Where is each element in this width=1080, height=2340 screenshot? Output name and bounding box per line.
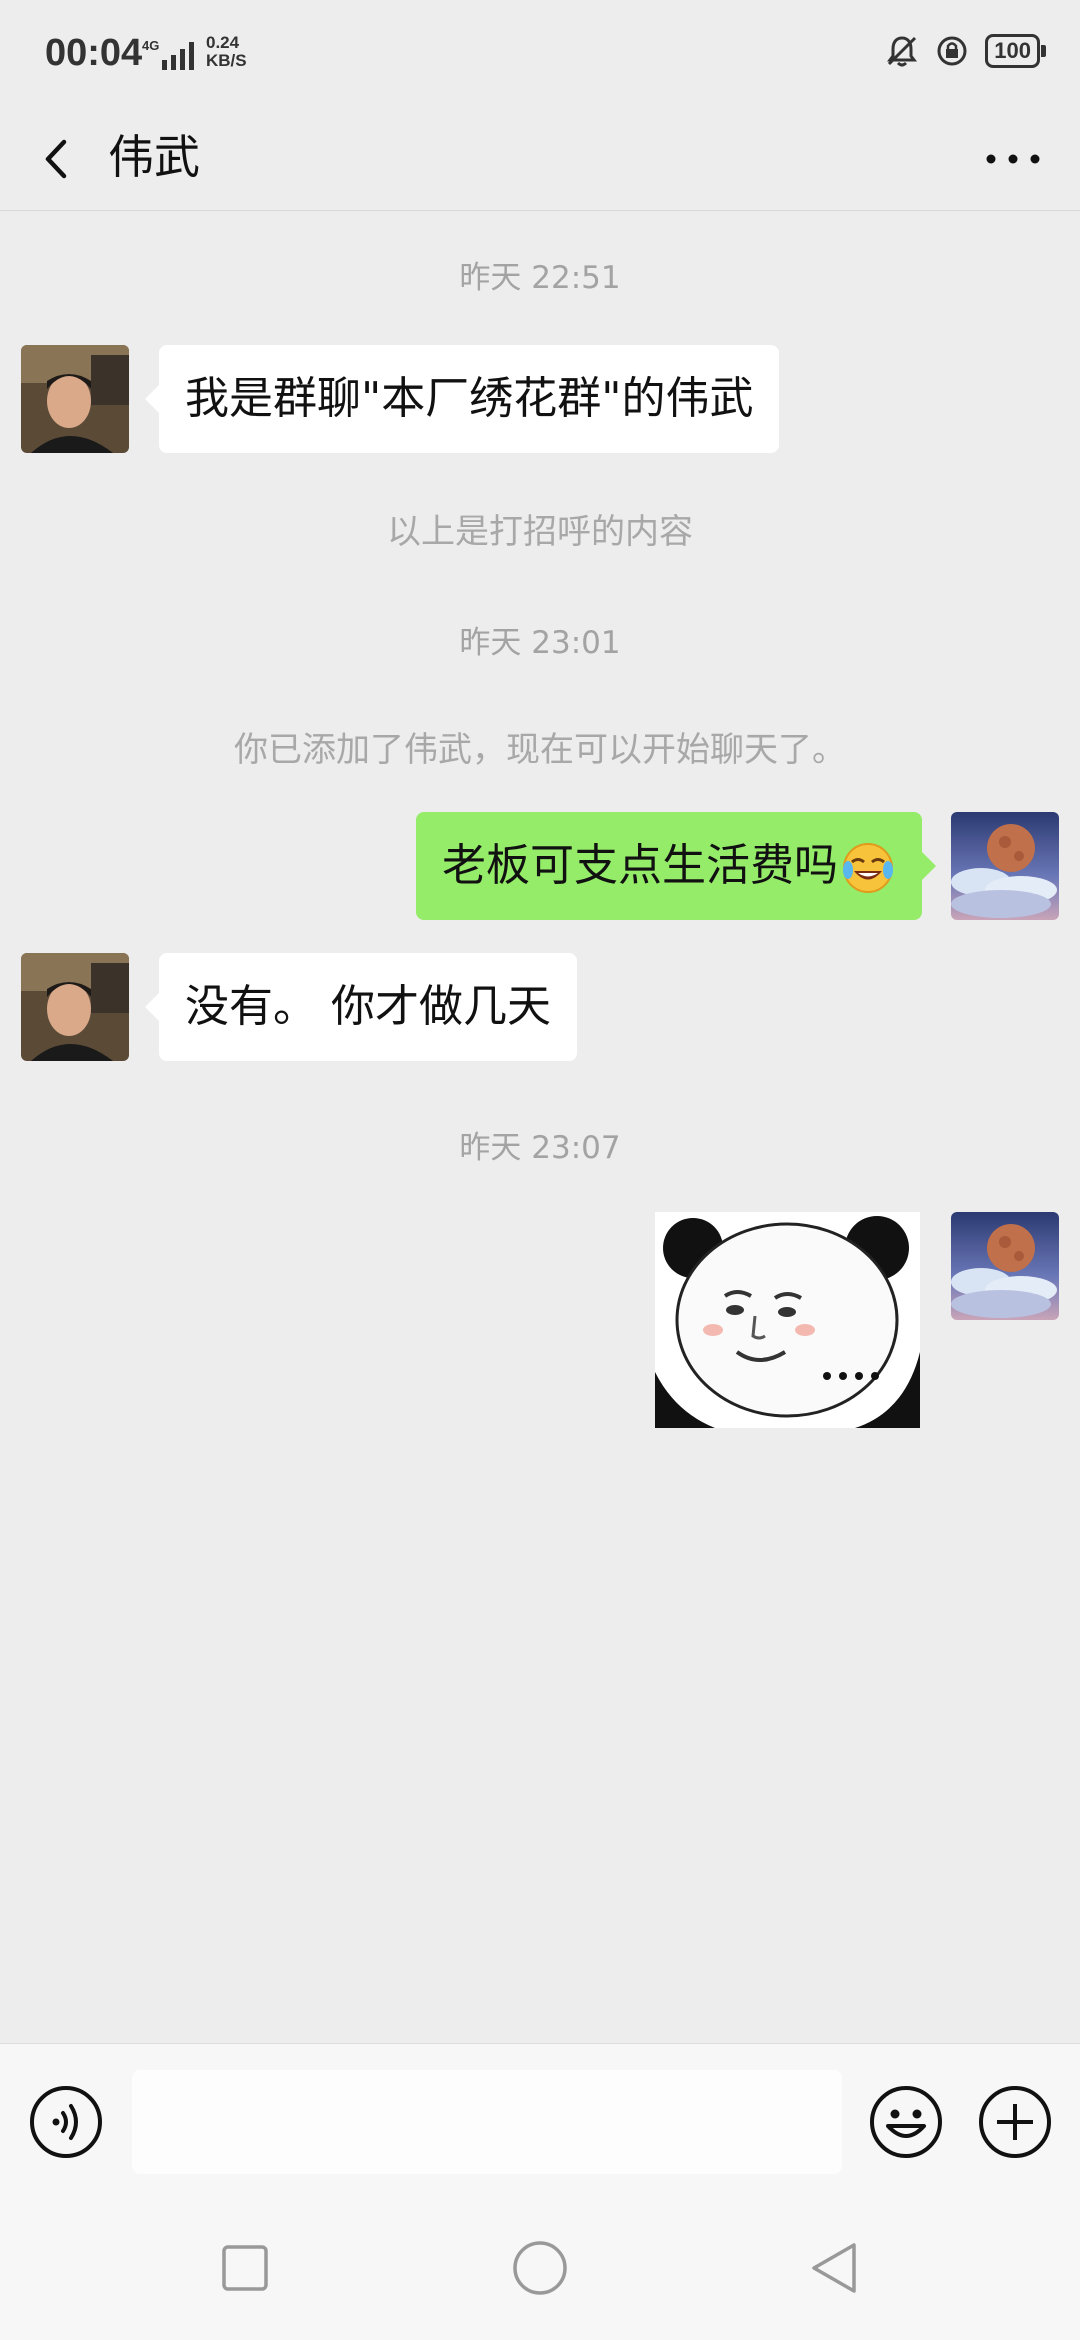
system-message: 以上是打招呼的内容 [387, 512, 693, 552]
emoji-icon[interactable] [868, 2084, 944, 2160]
more-dots-icon[interactable] [978, 122, 1048, 192]
input-bar [0, 2043, 1080, 2194]
speed-value: 0.24 [206, 33, 240, 52]
my-avatar[interactable] [951, 812, 1059, 920]
network-type: 4G [142, 38, 159, 53]
contact-avatar[interactable] [21, 953, 129, 1061]
panda-face-sticker[interactable] [655, 1212, 920, 1428]
sent-message-text: 老板可支点生活费吗 [442, 840, 838, 891]
received-message-bubble[interactable]: 没有。 你才做几天 [145, 953, 577, 1061]
message-timestamp: 昨天 22:51 [459, 260, 621, 296]
network-speed: 0.24 KB/S [206, 34, 247, 70]
recent-apps-icon[interactable] [210, 2233, 280, 2303]
system-message: 你已添加了伟武，现在可以开始聊天了。 [234, 730, 846, 770]
sent-message-bubble[interactable]: 老板可支点生活费吗 [416, 812, 936, 920]
rotation-lock-icon [937, 36, 967, 66]
message-timestamp: 昨天 23:07 [459, 1130, 621, 1166]
chevron-left-icon[interactable] [30, 122, 90, 192]
home-icon[interactable] [505, 2233, 575, 2303]
my-avatar[interactable] [951, 1212, 1059, 1320]
back-icon[interactable] [800, 2233, 870, 2303]
speed-unit: KB/S [206, 51, 247, 70]
laughing-crying-emoji-icon [843, 843, 893, 893]
contact-avatar[interactable] [21, 345, 129, 453]
plus-icon[interactable] [977, 2084, 1053, 2160]
message-input[interactable] [132, 2070, 842, 2174]
voice-icon[interactable] [28, 2084, 104, 2160]
chat-title: 伟武 [108, 130, 200, 184]
status-bar: 00:04 4G 0.24 KB/S 100 [0, 0, 1080, 110]
message-timestamp: 昨天 23:01 [459, 625, 621, 661]
received-message-bubble[interactable]: 我是群聊"本厂绣花群"的伟武 [144, 345, 780, 453]
chat-header: 伟武 [0, 110, 1080, 211]
status-time: 00:04 [45, 32, 143, 74]
bell-muted-icon [887, 36, 918, 67]
battery-indicator: 100 [985, 34, 1046, 68]
signal-icon: 4G [142, 38, 194, 70]
system-nav-bar [0, 2193, 1080, 2340]
